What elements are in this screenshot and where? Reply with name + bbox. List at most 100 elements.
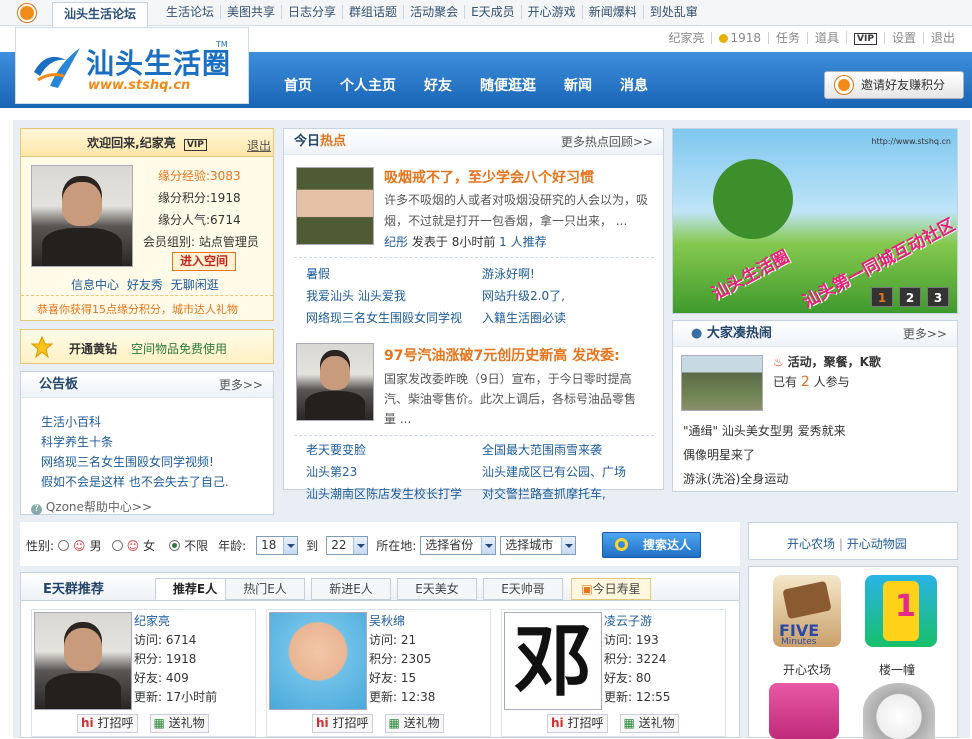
city-select[interactable]: 选择城市: [500, 536, 577, 555]
send-gift-button[interactable]: ▦ 送礼物: [619, 714, 679, 733]
banner-page-1[interactable]: 1: [871, 287, 893, 307]
nav-profile[interactable]: 个人主页: [326, 76, 410, 96]
enter-space-button[interactable]: 进入空间: [172, 252, 236, 271]
banner-page-2[interactable]: 2: [899, 287, 921, 307]
hot-more-link[interactable]: 更多热点回顾>>: [561, 129, 653, 155]
nav-browse[interactable]: 随便逛逛: [466, 76, 550, 96]
news-author[interactable]: 纪彤: [384, 235, 408, 249]
tab-hot[interactable]: 热门E人: [225, 578, 305, 600]
news-thumbnail[interactable]: [296, 167, 374, 245]
province-select[interactable]: 选择省份: [420, 536, 497, 555]
notice-board-more-link[interactable]: 更多>>: [219, 372, 263, 398]
logout-link[interactable]: 退出: [922, 31, 962, 44]
list-item[interactable]: 科学养生十条: [41, 432, 229, 452]
welcome-logout-link[interactable]: 退出: [247, 137, 271, 154]
nav-friends[interactable]: 好友: [410, 76, 466, 96]
greet-button[interactable]: hi 打招呼: [312, 714, 373, 733]
nav-messages[interactable]: 消息: [606, 76, 662, 96]
list-item[interactable]: 我爱汕头 汕头爱我: [306, 285, 482, 307]
list-item[interactable]: "通缉" 汕头美女型男 爱秀就来: [683, 419, 846, 443]
search-people-button[interactable]: 搜索达人: [602, 532, 701, 558]
gender-male-radio[interactable]: [58, 540, 70, 551]
idle-browse-link[interactable]: 无聊闲逛: [171, 278, 219, 292]
happy-zoo-link[interactable]: 开心动物园: [847, 537, 907, 551]
greet-button[interactable]: hi 打招呼: [547, 714, 608, 733]
top-nav-item[interactable]: 美图共享: [220, 5, 281, 19]
nav-home[interactable]: 首页: [270, 76, 326, 96]
happy-farm-link[interactable]: 开心农场: [787, 537, 835, 551]
list-item[interactable]: 汕头建成区已有公园、广场: [482, 461, 652, 483]
tab-beauty[interactable]: E天美女: [397, 578, 477, 600]
banner-page-3[interactable]: 3: [927, 287, 949, 307]
tab-handsome[interactable]: E天帅哥: [483, 578, 563, 600]
list-item[interactable]: 游泳好啊!: [482, 263, 652, 285]
friend-show-link[interactable]: 好友秀: [127, 278, 163, 292]
vip-link[interactable]: VIP: [846, 31, 884, 45]
list-item[interactable]: 暑假: [306, 263, 482, 285]
list-item[interactable]: 对交警拦路查抓摩托车,: [482, 483, 652, 505]
tab-recommend[interactable]: 推荐E人: [155, 578, 235, 600]
list-item[interactable]: 假如不会是这样 也不会失去了自己.: [41, 472, 229, 492]
greet-button[interactable]: hi 打招呼: [77, 714, 138, 733]
microphone-game-icon[interactable]: [769, 683, 839, 739]
coins[interactable]: 1918: [711, 31, 768, 44]
task-link[interactable]: 任务: [768, 31, 807, 44]
game-label[interactable]: 楼一幢: [879, 661, 915, 678]
list-item[interactable]: 汕头潮南区陈店发生校长打学: [306, 483, 482, 505]
user-name-link[interactable]: 凌云子游: [604, 612, 670, 631]
top-nav-item[interactable]: 新闻爆料: [581, 5, 643, 19]
list-item[interactable]: 入籍生活圈必读: [482, 307, 652, 329]
avatar[interactable]: [31, 165, 133, 267]
tab-birthday[interactable]: ▣今日寿星: [571, 578, 651, 600]
age-to-select[interactable]: 22: [326, 536, 369, 555]
tab-current-forum[interactable]: 汕头生活论坛: [52, 2, 148, 27]
settings-link[interactable]: 设置: [883, 31, 923, 44]
list-item[interactable]: 全国最大范围雨雪来袭: [482, 439, 652, 461]
news-headline[interactable]: 吸烟戒不了，至少学会八个好习惯: [384, 167, 594, 187]
banner-slideshow[interactable]: http://www.stshq.cn 汕头生活圈 汕头第一同城互动社区 1 2…: [672, 128, 958, 314]
send-gift-button[interactable]: ▦ 送礼物: [384, 714, 444, 733]
top-nav-item[interactable]: 开心游戏: [520, 5, 582, 19]
yellow-diamond-panel[interactable]: 开通黄钻 空间物品免费使用: [20, 329, 274, 364]
tab-new[interactable]: 新进E人: [311, 578, 391, 600]
list-item[interactable]: 偶像明星来了: [683, 443, 846, 467]
age-from-select[interactable]: 18: [256, 536, 299, 555]
list-item[interactable]: 网络现三名女生围殴女同学视: [306, 307, 482, 329]
avatar[interactable]: [269, 612, 367, 710]
game-label[interactable]: 开心农场: [783, 661, 831, 678]
news-thumbnail[interactable]: [296, 343, 374, 421]
avatar[interactable]: [34, 612, 132, 710]
event-title[interactable]: ♨ 活动，聚餐，K歌: [773, 353, 881, 370]
qzone-help-link[interactable]: ? Qzone帮助中心>>: [31, 498, 152, 515]
list-item[interactable]: 游泳(洗浴)全身运动: [683, 467, 846, 491]
top-nav-item[interactable]: 群组话题: [342, 5, 403, 19]
nav-news[interactable]: 新闻: [550, 76, 606, 96]
top-nav-item[interactable]: E天成员: [464, 5, 521, 19]
building-game-icon[interactable]: 1: [865, 575, 937, 647]
astronaut-game-icon[interactable]: [863, 683, 935, 739]
site-logo[interactable]: 汕头生活圈 TM www.stshq.cn: [15, 27, 249, 104]
send-gift-button[interactable]: ▦ 送礼物: [149, 714, 209, 733]
invite-friends-button[interactable]: 邀请好友赚积分: [824, 71, 964, 99]
list-item[interactable]: 网站升级2.0了,: [482, 285, 652, 307]
top-nav-item[interactable]: 日志分享: [281, 5, 342, 19]
user-name-link[interactable]: 吴秋绵: [369, 612, 435, 631]
list-item[interactable]: 老天要变脸: [306, 439, 482, 461]
info-center-link[interactable]: 信息中心: [71, 278, 119, 292]
gender-female-radio[interactable]: [111, 540, 123, 551]
gender-any-radio[interactable]: [169, 540, 181, 551]
user-name-link[interactable]: 纪家亮: [134, 612, 217, 631]
five-minutes-game-icon[interactable]: FIVE Minutes: [773, 575, 841, 647]
top-nav-item[interactable]: 生活论坛: [160, 5, 220, 19]
events-more-link[interactable]: 更多>>: [903, 321, 947, 347]
site-logo-icon[interactable]: [18, 4, 36, 22]
props-link[interactable]: 道具: [807, 31, 846, 44]
news-headline[interactable]: 97号汽油涨破7元创历史新高 发改委:: [384, 345, 620, 365]
user-name-link[interactable]: 纪家亮: [661, 32, 711, 44]
top-nav-item[interactable]: 活动聚会: [403, 5, 464, 19]
avatar[interactable]: 邓: [504, 612, 602, 710]
list-item[interactable]: 汕头第23: [306, 461, 482, 483]
event-thumbnail[interactable]: [681, 355, 763, 411]
list-item[interactable]: 生活小百科: [41, 412, 229, 432]
top-nav-item[interactable]: 到处乱窜: [642, 5, 704, 19]
